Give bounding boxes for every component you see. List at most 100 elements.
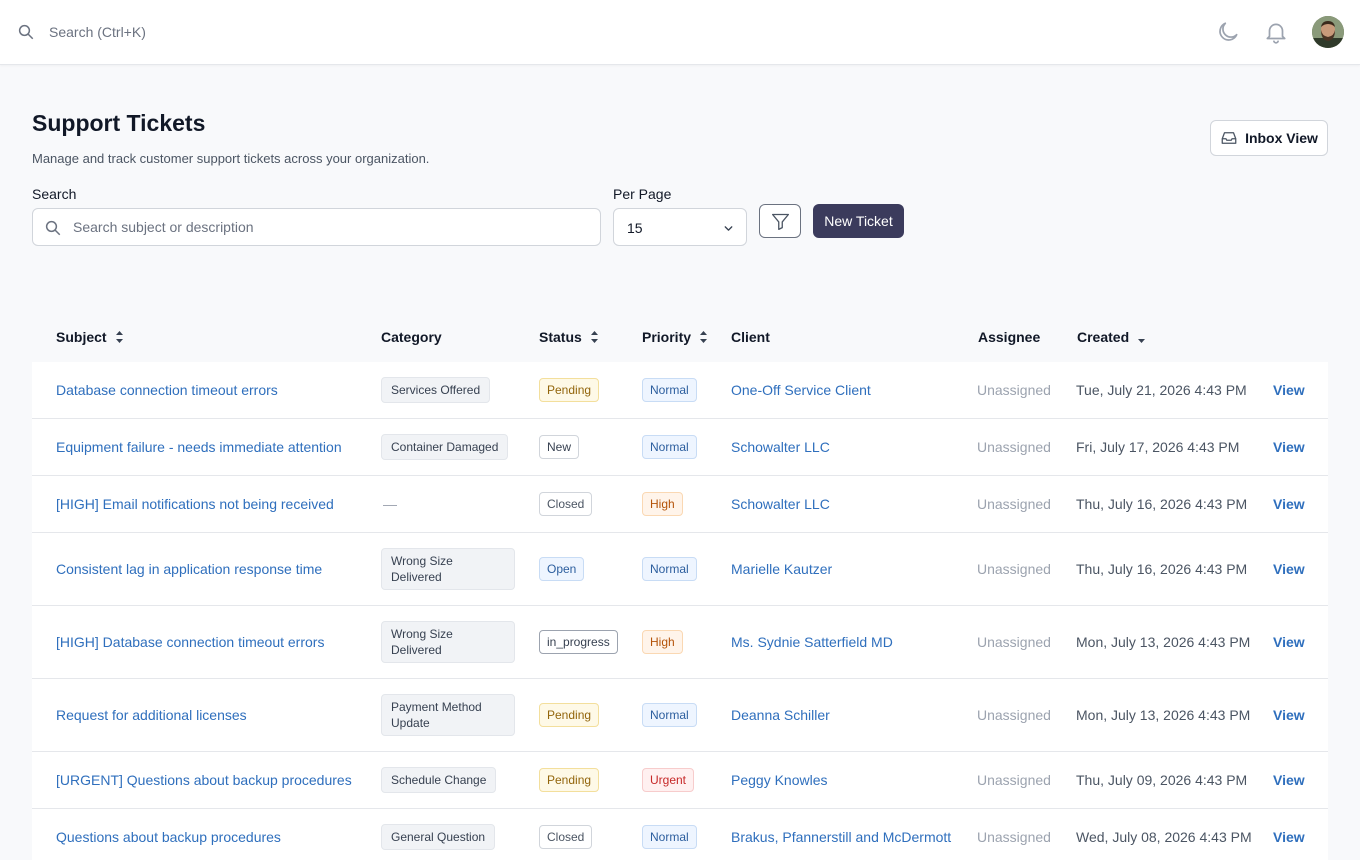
user-avatar[interactable] [1312,16,1344,48]
view-link[interactable]: View [1273,772,1305,788]
column-label: Category [381,329,442,345]
table-row[interactable]: Database connection timeout errors Servi… [32,362,1328,419]
column-label: Subject [56,329,107,345]
assignee-text: Unassigned [977,382,1051,398]
view-link[interactable]: View [1273,829,1305,845]
page-subtitle: Manage and track customer support ticket… [32,151,430,166]
view-link[interactable]: View [1273,439,1305,455]
page-title: Support Tickets [32,110,206,136]
column-header-assignee: Assignee [978,329,1040,345]
chevron-down-icon [724,226,733,231]
sort-icon [590,331,598,343]
per-page-label: Per Page [613,186,672,202]
search-label: Search [32,186,77,202]
view-link[interactable]: View [1273,382,1305,398]
ticket-subject-link[interactable]: Database connection timeout errors [56,382,278,398]
client-link[interactable]: Marielle Kautzer [731,561,832,577]
view-link[interactable]: View [1273,496,1305,512]
view-link[interactable]: View [1273,634,1305,650]
status-badge: New [539,435,580,459]
client-link[interactable]: Deanna Schiller [731,707,830,723]
created-date: Thu, July 09, 2026 4:43 PM [1076,772,1248,788]
status-badge: in_progress [539,630,618,654]
search-icon[interactable] [17,23,35,41]
category-tag: Payment Method Update [381,694,515,736]
view-link[interactable]: View [1273,707,1305,723]
filter-icon [771,213,790,231]
priority-badge: High [642,492,683,516]
ticket-subject-link[interactable]: [HIGH] Database connection timeout error… [56,634,324,650]
assignee-text: Unassigned [977,829,1051,845]
column-header-subject[interactable]: Subject [56,329,124,345]
status-badge: Pending [539,703,600,727]
table-row[interactable]: [HIGH] Email notifications not being rec… [32,476,1328,533]
client-link[interactable]: One-Off Service Client [731,382,871,398]
category-tag: Wrong Size Delivered [381,621,515,663]
table-row[interactable]: Questions about backup procedures Genera… [32,809,1328,860]
priority-badge: Urgent [642,768,695,792]
client-link[interactable]: Schowalter LLC [731,496,830,512]
priority-badge: Normal [642,378,697,402]
ticket-subject-link[interactable]: [HIGH] Email notifications not being rec… [56,496,334,512]
category-tag: Schedule Change [381,767,497,793]
client-link[interactable]: Ms. Sydnie Satterfield MD [731,634,893,650]
column-header-status[interactable]: Status [539,329,599,345]
column-header-created[interactable]: Created [1077,329,1146,345]
table-row[interactable]: [HIGH] Database connection timeout error… [32,606,1328,679]
table-row[interactable]: [URGENT] Questions about backup procedur… [32,752,1328,809]
table-row[interactable]: Equipment failure - needs immediate atte… [32,419,1328,476]
column-header-category: Category [381,329,442,345]
view-link[interactable]: View [1273,561,1305,577]
bell-icon[interactable] [1263,19,1289,45]
assignee-text: Unassigned [977,496,1051,512]
column-label: Client [731,329,770,345]
search-icon [45,220,61,236]
ticket-subject-link[interactable]: [URGENT] Questions about backup procedur… [56,772,352,788]
ticket-subject-link[interactable]: Request for additional licenses [56,707,247,723]
assignee-text: Unassigned [977,707,1051,723]
filter-button[interactable] [759,204,801,238]
table-row[interactable]: Consistent lag in application response t… [32,533,1328,606]
column-label: Priority [642,329,692,345]
inbox-icon [1221,132,1237,144]
status-badge: Pending [539,378,600,402]
table-row[interactable]: Request for additional licenses Payment … [32,679,1328,752]
column-header-priority[interactable]: Priority [642,329,708,345]
sort-desc-icon [1138,339,1146,343]
column-header-client: Client [731,329,770,345]
moon-icon[interactable] [1215,19,1241,45]
per-page-select[interactable]: 15 [613,208,747,246]
category-empty: — [383,496,397,512]
ticket-search-input[interactable] [73,217,573,237]
ticket-search-field[interactable] [32,208,601,246]
ticket-subject-link[interactable]: Equipment failure - needs immediate atte… [56,439,342,455]
tickets-table: Database connection timeout errors Servi… [32,362,1328,860]
status-badge: Closed [539,825,593,849]
column-label: Assignee [978,329,1041,345]
priority-badge: Normal [642,557,697,581]
category-tag: Wrong Size Delivered [381,548,515,590]
created-date: Thu, July 16, 2026 4:43 PM [1076,496,1248,512]
client-link[interactable]: Peggy Knowles [731,772,828,788]
priority-badge: Normal [642,825,697,849]
ticket-subject-link[interactable]: Questions about backup procedures [56,829,281,845]
ticket-subject-link[interactable]: Consistent lag in application response t… [56,561,322,577]
created-date: Fri, July 17, 2026 4:43 PM [1076,439,1240,455]
priority-badge: High [642,630,683,654]
client-link[interactable]: Brakus, Pfannerstill and McDermott [731,829,951,845]
status-badge: Pending [539,768,600,792]
top-bar: Search (Ctrl+K) [0,0,1360,65]
category-tag: General Question [381,824,496,850]
created-date: Wed, July 08, 2026 4:43 PM [1076,829,1252,845]
global-search-trigger[interactable]: Search (Ctrl+K) [49,24,146,40]
sort-icon [700,331,708,343]
client-link[interactable]: Schowalter LLC [731,439,830,455]
inbox-view-button[interactable]: Inbox View [1210,120,1328,156]
sort-icon [115,331,123,343]
assignee-text: Unassigned [977,772,1051,788]
created-date: Thu, July 16, 2026 4:43 PM [1076,561,1248,577]
status-badge: Open [539,557,585,581]
new-ticket-button[interactable]: New Ticket [813,204,904,238]
priority-badge: Normal [642,703,697,727]
category-tag: Services Offered [381,377,491,403]
